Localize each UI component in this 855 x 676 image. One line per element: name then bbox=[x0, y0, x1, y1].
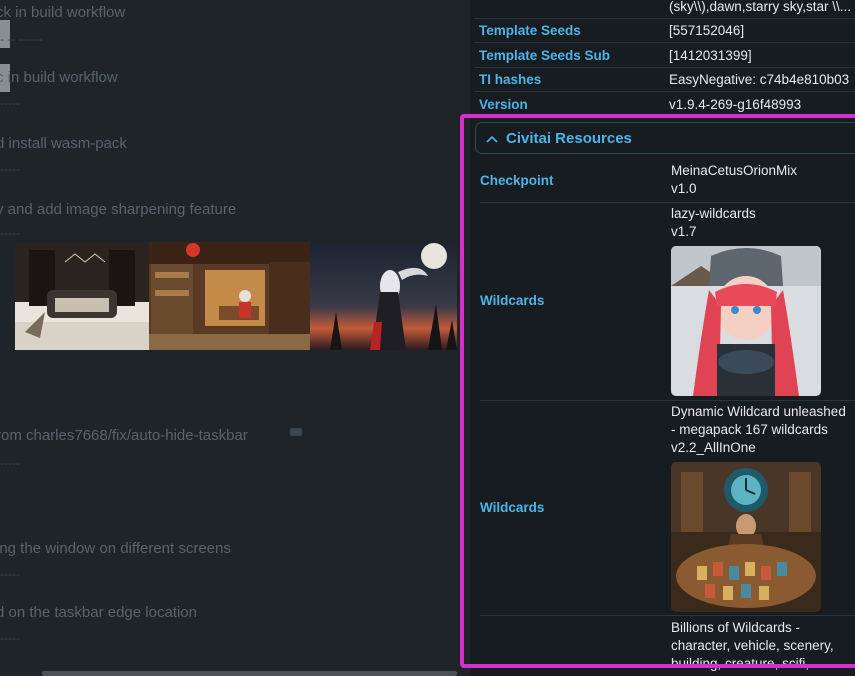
metadata-key: TI hashes bbox=[479, 71, 542, 87]
metadata-key: Version bbox=[479, 96, 528, 112]
metadata-value: [557152046] bbox=[669, 22, 745, 38]
gallery-image[interactable] bbox=[15, 242, 149, 350]
metadata-value: EasyNegative: c74b4e810b03 bbox=[669, 71, 850, 87]
commit-meta: ------ bbox=[0, 631, 20, 645]
metadata-value: v1.9.4-269-g16f48993 bbox=[669, 96, 802, 112]
merge-icon bbox=[290, 428, 302, 436]
metadata-value: [1412031399] bbox=[669, 47, 752, 63]
commit-meta: ------ bbox=[0, 456, 20, 470]
gallery-image[interactable] bbox=[310, 242, 457, 350]
gallery-image[interactable] bbox=[149, 242, 310, 350]
commit-meta: ------ bbox=[0, 226, 20, 240]
commit-title[interactable]: c in build workflow bbox=[0, 69, 118, 86]
commit-meta: ------ bbox=[0, 96, 20, 110]
commit-title[interactable]: rom charles7668/fix/auto-hide-taskbar bbox=[0, 427, 248, 444]
commit-title[interactable]: d install wasm-pack bbox=[0, 135, 127, 152]
horizontal-scrollbar[interactable] bbox=[42, 671, 457, 676]
commit-meta: ------ bbox=[0, 162, 20, 176]
commit-title[interactable]: y and add image sharpening feature bbox=[0, 201, 236, 218]
commit-history-panel: ck in build workflow -- -- ------ c in b… bbox=[0, 0, 470, 676]
commit-title[interactable]: d on the taskbar edge location bbox=[0, 604, 197, 621]
metadata-key: Template Seeds bbox=[479, 22, 581, 38]
metadata-key: Template Seeds Sub bbox=[479, 47, 611, 63]
metadata-row: TI hashes EasyNegative: c74b4e810b03 bbox=[474, 67, 855, 92]
image-gallery bbox=[15, 242, 457, 350]
metadata-value: (sky\\),dawn,starry sky,star \\... bbox=[669, 0, 852, 14]
highlight-annotation bbox=[460, 114, 855, 668]
metadata-row: Template Seeds [557152046] bbox=[474, 18, 855, 43]
metadata-row: Template Seeds Sub [1412031399] bbox=[474, 43, 855, 68]
metadata-row: (sky\\),dawn,starry sky,star \\... bbox=[474, 0, 855, 19]
commit-title[interactable]: ck in build workflow bbox=[0, 4, 125, 21]
commit-meta: -- -- ------ bbox=[0, 32, 43, 46]
commit-title[interactable]: ing the window on different screens bbox=[0, 540, 231, 557]
commit-meta: ------ bbox=[0, 567, 20, 581]
